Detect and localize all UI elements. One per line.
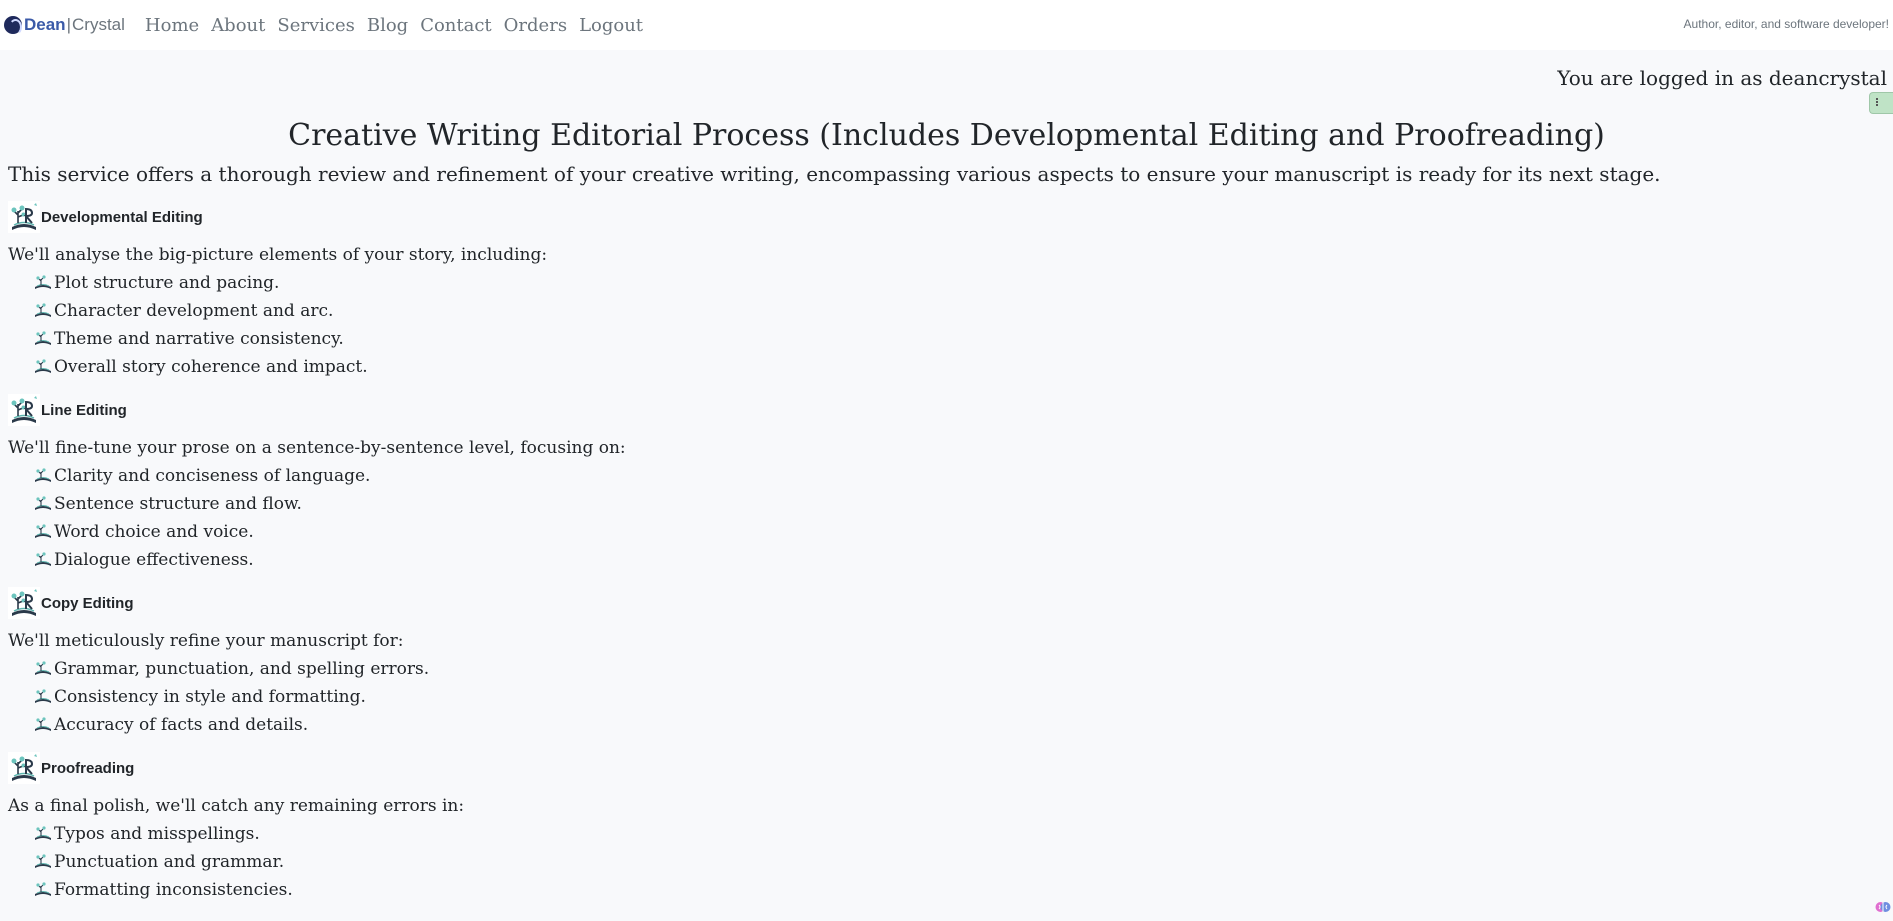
brand-separator: |: [66, 15, 71, 34]
section-list: Clarity and conciseness of language. Sen…: [8, 462, 1885, 574]
section-heading: Proofreading: [8, 751, 1885, 785]
section-title: Copy Editing: [41, 594, 134, 612]
nav-link-services[interactable]: Services: [277, 15, 354, 36]
list-item-text: Theme and narrative consistency.: [54, 329, 344, 349]
brain-icon[interactable]: [1875, 899, 1891, 915]
open-book-icon: [35, 303, 51, 317]
open-book-icon: [35, 552, 51, 566]
list-item-text: Word choice and voice.: [54, 522, 254, 542]
open-book-icon: [35, 826, 51, 840]
nav-link-home[interactable]: Home: [145, 15, 199, 36]
list-item: Typos and misspellings.: [34, 820, 1885, 848]
section-description: As a final polish, we'll catch any remai…: [8, 796, 465, 816]
navbar: Dean | Crystal Home About Services Blog …: [0, 0, 1893, 50]
open-book-icon: [35, 275, 51, 289]
open-book-icon: [35, 331, 51, 345]
site-tagline: Author, editor, and software developer!: [1683, 17, 1889, 31]
list-item-text: Punctuation and grammar.: [54, 852, 285, 872]
list-item-text: Character development and arc.: [54, 301, 334, 321]
section-list: Typos and misspellings. Punctuation and …: [8, 820, 1885, 904]
list-item: Overall story coherence and impact.: [34, 353, 1885, 381]
section-title: Developmental Editing: [41, 208, 203, 226]
book-tree-icon: [8, 587, 40, 619]
logged-in-status: You are logged in as deancrystal: [1557, 66, 1887, 90]
book-tree-icon: [8, 201, 40, 233]
list-item: Consistency in style and formatting.: [34, 683, 1885, 711]
page-intro: This service offers a thorough review an…: [8, 162, 1661, 186]
open-book-icon: [35, 661, 51, 675]
brand-last-name: Crystal: [72, 15, 125, 34]
list-item-text: Formatting inconsistencies.: [54, 880, 293, 900]
nav-link-logout[interactable]: Logout: [579, 15, 643, 36]
list-item: Clarity and conciseness of language.: [34, 462, 1885, 490]
list-item: Character development and arc.: [34, 297, 1885, 325]
open-book-icon: [35, 496, 51, 510]
open-book-icon: [35, 689, 51, 703]
nav-links: Home About Services Blog Contact Orders …: [139, 15, 649, 36]
editing-sections: Developmental Editing We'll analyse the b…: [8, 200, 1885, 904]
section-list: Grammar, punctuation, and spelling error…: [8, 655, 1885, 739]
list-item: Sentence structure and flow.: [34, 490, 1885, 518]
list-item-text: Sentence structure and flow.: [54, 494, 302, 514]
brand-first-name: Dean: [24, 15, 66, 34]
section-title: Line Editing: [41, 401, 127, 419]
list-item: Theme and narrative consistency.: [34, 325, 1885, 353]
list-item-text: Typos and misspellings.: [54, 824, 260, 844]
open-book-icon: [35, 524, 51, 538]
list-item: Plot structure and pacing.: [34, 269, 1885, 297]
book-tree-icon: [8, 752, 40, 784]
section-copy-editing: Copy Editing We'll meticulously refine yo…: [8, 586, 1885, 739]
nav-link-orders[interactable]: Orders: [504, 15, 567, 36]
main-content: Creative Writing Editorial Process (Incl…: [8, 116, 1885, 904]
side-panel-handle[interactable]: [1869, 92, 1893, 114]
section-description: We'll fine-tune your prose on a sentence…: [8, 438, 626, 458]
list-item: Grammar, punctuation, and spelling error…: [34, 655, 1885, 683]
section-proofreading: Proofreading As a final polish, we'll cat…: [8, 751, 1885, 904]
section-developmental-editing: Developmental Editing We'll analyse the b…: [8, 200, 1885, 381]
list-item: Accuracy of facts and details.: [34, 711, 1885, 739]
crescent-moon-icon: [4, 16, 22, 35]
open-book-icon: [35, 468, 51, 482]
list-item-text: Dialogue effectiveness.: [54, 550, 254, 570]
list-item-text: Overall story coherence and impact.: [54, 357, 368, 377]
section-heading: Developmental Editing: [8, 200, 1885, 234]
section-description: We'll meticulously refine your manuscrip…: [8, 631, 404, 651]
list-item: Word choice and voice.: [34, 518, 1885, 546]
list-item-text: Consistency in style and formatting.: [54, 687, 366, 707]
list-item-text: Accuracy of facts and details.: [54, 715, 309, 735]
section-title: Proofreading: [41, 759, 135, 777]
open-book-icon: [35, 717, 51, 731]
list-item-text: Grammar, punctuation, and spelling error…: [54, 659, 430, 679]
section-heading: Copy Editing: [8, 586, 1885, 620]
nav-link-contact[interactable]: Contact: [420, 15, 491, 36]
nav-link-about[interactable]: About: [211, 15, 265, 36]
brand-logo-link[interactable]: Dean | Crystal: [4, 15, 125, 35]
section-description: We'll analyse the big-picture elements o…: [8, 245, 548, 265]
book-tree-icon: [8, 394, 40, 426]
section-list: Plot structure and pacing. Character dev…: [8, 269, 1885, 381]
list-item-text: Clarity and conciseness of language.: [54, 466, 371, 486]
section-heading: Line Editing: [8, 393, 1885, 427]
list-item-text: Plot structure and pacing.: [54, 273, 280, 293]
open-book-icon: [35, 882, 51, 896]
list-item: Punctuation and grammar.: [34, 848, 1885, 876]
nav-link-blog[interactable]: Blog: [367, 15, 408, 36]
list-item: Formatting inconsistencies.: [34, 876, 1885, 904]
list-item: Dialogue effectiveness.: [34, 546, 1885, 574]
section-line-editing: Line Editing We'll fine-tune your prose o…: [8, 393, 1885, 574]
open-book-icon: [35, 854, 51, 868]
open-book-icon: [35, 359, 51, 373]
page-title: Creative Writing Editorial Process (Incl…: [288, 118, 1605, 153]
